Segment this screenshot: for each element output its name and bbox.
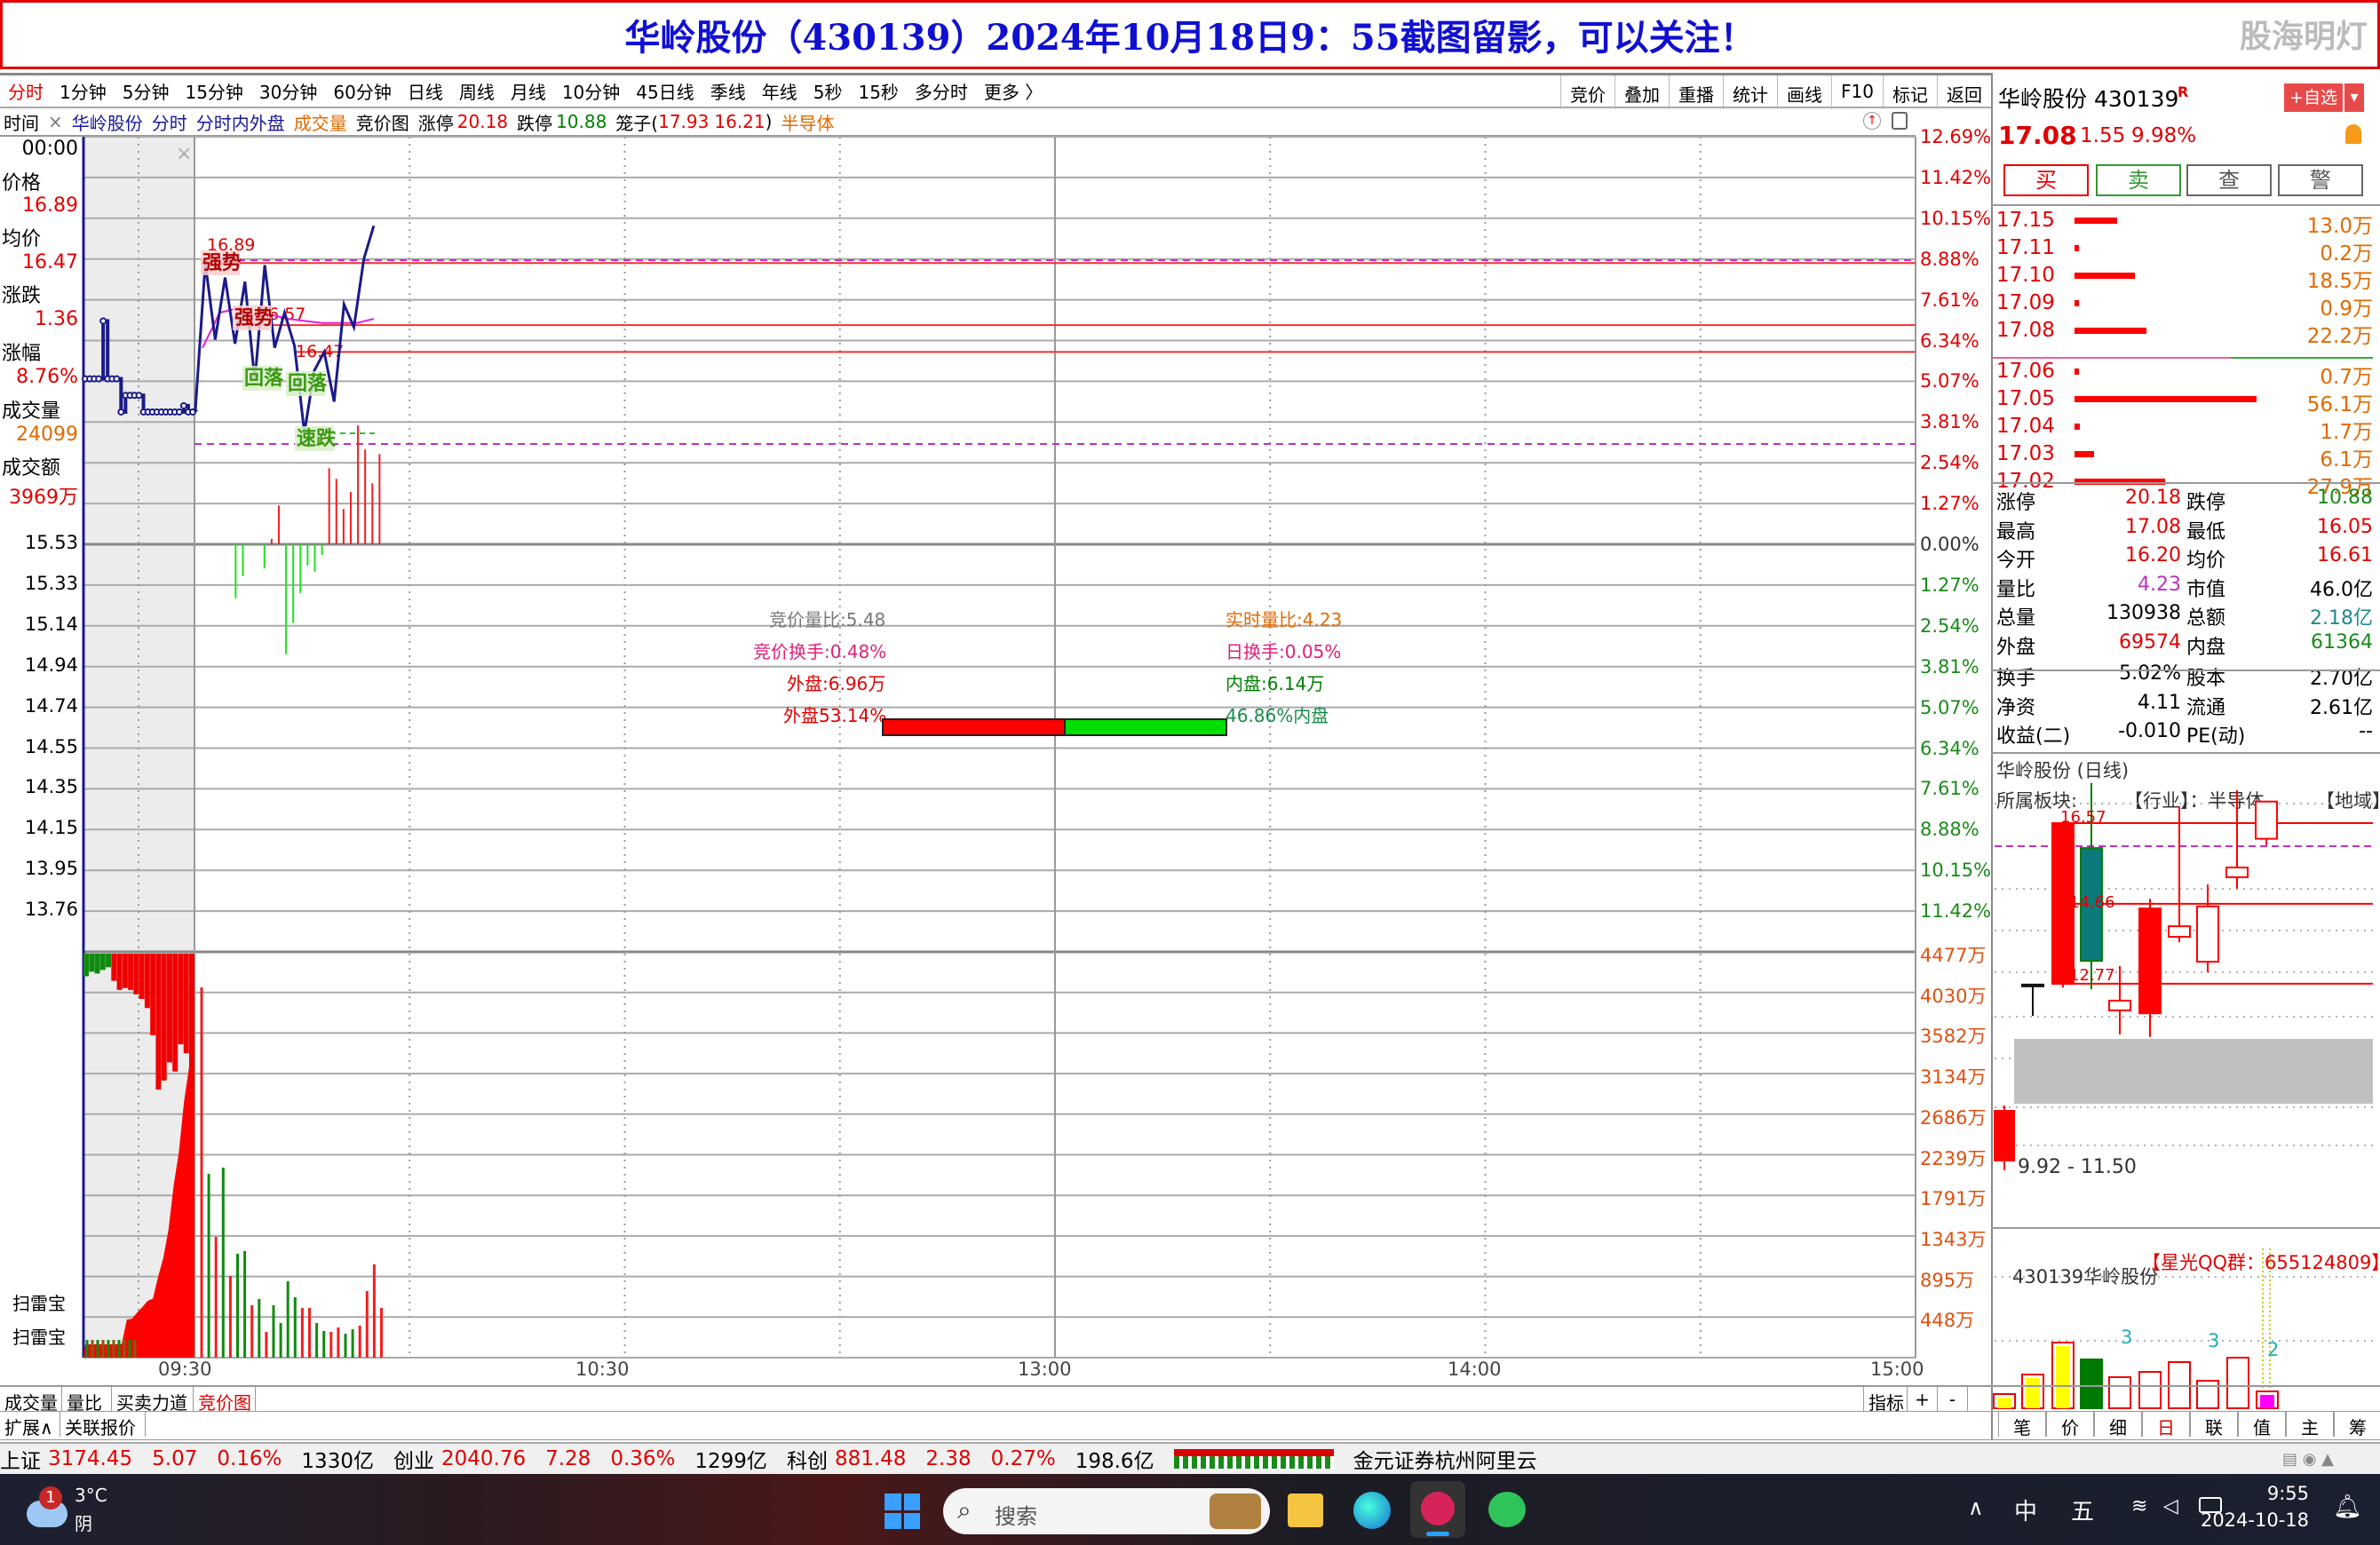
search-highlight-image bbox=[1210, 1494, 1261, 1529]
daily-volume-label: 430139华岭股份 bbox=[2012, 1266, 2159, 1288]
ime-chinese[interactable]: 中 bbox=[2014, 1494, 2037, 1526]
broker-server[interactable]: 金元证券杭州阿里云 bbox=[1353, 1444, 1537, 1474]
candle-body bbox=[2021, 983, 2044, 987]
panel-tab[interactable]: 筹 bbox=[2334, 1412, 2380, 1438]
taskbar-search-box[interactable]: ⌕ 搜索 bbox=[943, 1488, 1270, 1534]
indicator-tab[interactable]: 竞价图 bbox=[194, 1387, 256, 1414]
panel-tab[interactable]: 价 bbox=[2046, 1412, 2094, 1438]
index-p: 0.36% bbox=[610, 1447, 676, 1470]
index-amount: 1299亿 bbox=[694, 1450, 767, 1473]
panel-tab[interactable]: 值 bbox=[2238, 1412, 2286, 1438]
weather-temp: 3°C bbox=[75, 1485, 107, 1506]
candle-body bbox=[2196, 905, 2219, 963]
windows-start-icon[interactable] bbox=[885, 1494, 920, 1529]
indicator-tabs: 成交量 量比 买卖力道 竞价图 指标 + - bbox=[0, 1385, 2380, 1414]
indicator-tab[interactable]: 买卖力道 bbox=[112, 1387, 194, 1414]
candle-body bbox=[1994, 1110, 2015, 1161]
candle-body bbox=[2255, 800, 2278, 840]
clock-date[interactable]: 2024-10-18 bbox=[2201, 1509, 2309, 1531]
index-name[interactable]: 创业 bbox=[393, 1444, 434, 1474]
index-amount: 1330亿 bbox=[301, 1450, 374, 1473]
daily-mid-label: 14.66 bbox=[2069, 893, 2115, 912]
extension-tab[interactable]: 扩展∧ bbox=[0, 1412, 60, 1438]
stock-app-icon[interactable] bbox=[1410, 1481, 1465, 1538]
index-c: 2.38 bbox=[925, 1447, 972, 1470]
index-v: 881.48 bbox=[834, 1447, 907, 1470]
candle-body bbox=[2168, 925, 2191, 939]
price-range-label: 9.92 - 11.50 bbox=[2018, 1156, 2137, 1178]
daily-volume-mark: 2 bbox=[2267, 1339, 2280, 1360]
search-icon: ⌕ bbox=[957, 1495, 972, 1525]
index-p: 0.16% bbox=[217, 1447, 282, 1470]
indicator-tab[interactable]: 成交量 bbox=[0, 1387, 62, 1414]
ime-wubi[interactable]: 五 bbox=[2071, 1494, 2094, 1526]
zoom-in-button[interactable]: + bbox=[1908, 1387, 1938, 1412]
panel-tab[interactable]: 联 bbox=[2190, 1412, 2238, 1438]
extension-tab[interactable]: 关联报价 bbox=[60, 1412, 146, 1438]
panel-tab[interactable]: 主 bbox=[2286, 1412, 2334, 1438]
index-amount: 198.6亿 bbox=[1075, 1450, 1154, 1473]
index-name[interactable]: 上证 bbox=[0, 1444, 41, 1474]
notification-bell-icon[interactable]: 🔔︎ bbox=[2333, 1494, 2362, 1520]
index-ticker-bar: 上证 3174.45 5.07 0.16% 1330亿 创业 2040.76 7.28 0.36… bbox=[0, 1442, 2380, 1474]
candle-body bbox=[2138, 907, 2162, 1015]
panel-tab[interactable]: 笔 bbox=[1998, 1412, 2046, 1438]
market-signal-icons bbox=[1173, 1449, 1334, 1469]
tray-expand-icon[interactable]: ∧ bbox=[1968, 1495, 1984, 1520]
indicator-button[interactable]: 指标 bbox=[1863, 1387, 1908, 1414]
clock-time[interactable]: 9:55 bbox=[2267, 1483, 2309, 1504]
indicator-tab[interactable]: 量比 bbox=[62, 1387, 112, 1414]
daily-high-label: 16.57 bbox=[2060, 808, 2106, 827]
panel-tab[interactable]: 日 bbox=[2142, 1412, 2190, 1438]
notification-badge: 1 bbox=[39, 1486, 62, 1509]
wifi-icon[interactable]: ≋ bbox=[2131, 1495, 2147, 1517]
weather-condition: 阴 bbox=[75, 1513, 92, 1534]
edge-browser-icon[interactable] bbox=[1353, 1492, 1391, 1529]
index-v: 3174.45 bbox=[48, 1447, 133, 1470]
candle-body bbox=[2225, 866, 2249, 878]
file-explorer-icon[interactable] bbox=[1288, 1494, 1323, 1527]
divider bbox=[1991, 1227, 2380, 1229]
windows-taskbar: 1 3°C 阴 ⌕ 搜索 ∧ 中 五 ≋ ◁ 9:55 2024-10-18 🔔… bbox=[0, 1474, 2380, 1545]
panel-tab[interactable]: 细 bbox=[2094, 1412, 2142, 1438]
index-name[interactable]: 科创 bbox=[787, 1444, 828, 1474]
daily-volume-mark: 3 bbox=[2208, 1330, 2220, 1351]
qq-group-label: 【星光QQ群：655124809】 bbox=[2142, 1252, 2380, 1273]
index-c: 7.28 bbox=[545, 1447, 591, 1470]
daily-low-label: 12.77 bbox=[2069, 966, 2115, 985]
zoom-out-button[interactable]: - bbox=[1938, 1387, 1968, 1412]
volume-icon[interactable]: ◁ bbox=[2163, 1495, 2178, 1517]
daily-volume-mark: 3 bbox=[2121, 1327, 2133, 1348]
wechat-icon[interactable] bbox=[1488, 1492, 1526, 1527]
status-tray-icons[interactable]: ▤ ◉ ▲ bbox=[2282, 1450, 2334, 1469]
daily-kline-chart bbox=[1993, 782, 2373, 1409]
candle-body bbox=[2108, 999, 2131, 1011]
extension-tabs: 扩展∧ 关联报价 笔价细日联值主筹 bbox=[0, 1412, 2380, 1440]
gap-zone bbox=[2014, 1039, 2373, 1104]
index-v: 2040.76 bbox=[440, 1447, 527, 1470]
search-placeholder: 搜索 bbox=[995, 1504, 1037, 1529]
index-c: 5.07 bbox=[152, 1447, 198, 1470]
index-p: 0.27% bbox=[990, 1447, 1056, 1470]
